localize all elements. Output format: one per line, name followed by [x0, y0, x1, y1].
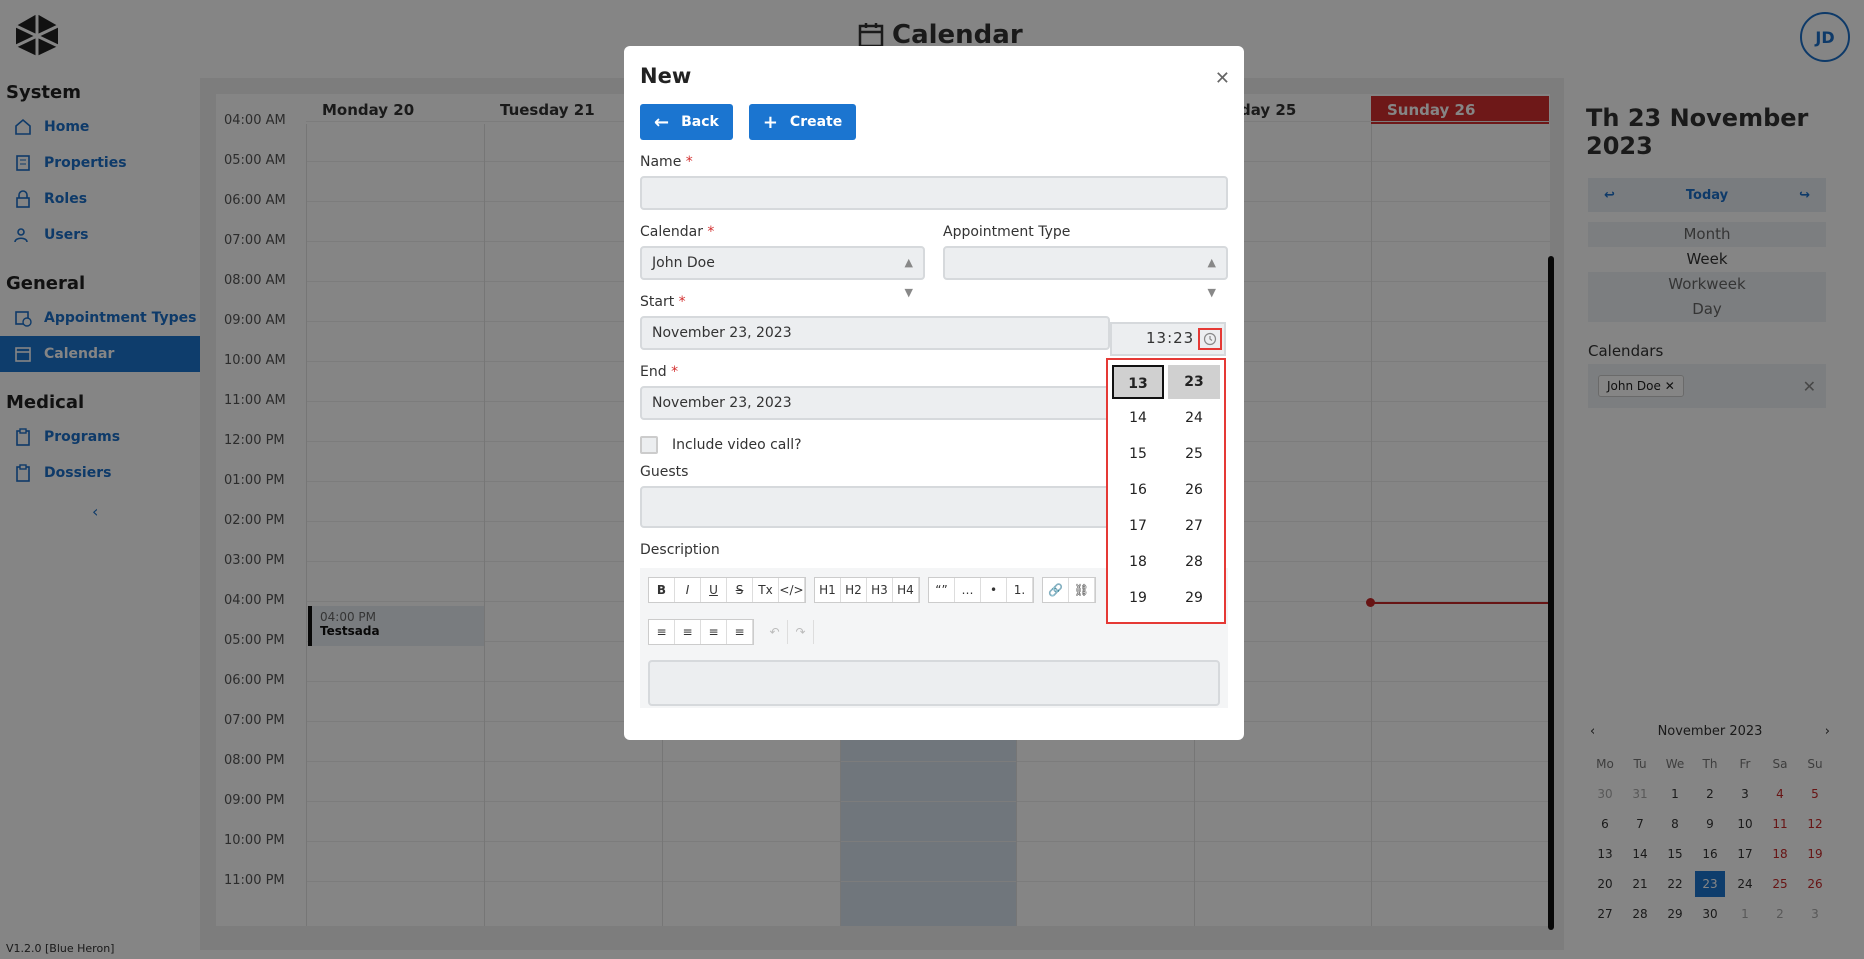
time-picker-row: 18 28: [1112, 544, 1220, 580]
align-justify-button[interactable]: ≡: [701, 620, 727, 644]
align-group: ≡ ≡ ≡ ≡: [648, 619, 754, 645]
h3-button[interactable]: H3: [867, 578, 893, 602]
back-button-label: Back: [681, 114, 719, 130]
guests-input[interactable]: [640, 486, 1110, 528]
close-icon[interactable]: ✕: [1215, 68, 1230, 89]
app-root: Calendar JD System Home Properties Roles…: [0, 0, 1864, 959]
hour-option[interactable]: 18: [1112, 545, 1164, 579]
start-date-input[interactable]: November 23, 2023: [640, 316, 1110, 350]
minute-option[interactable]: 29: [1168, 581, 1220, 615]
time-picker-row: 16 26: [1112, 472, 1220, 508]
h1-button[interactable]: H1: [815, 578, 841, 602]
video-call-label: Include video call?: [672, 437, 802, 453]
hour-option[interactable]: 13: [1112, 365, 1164, 399]
hour-option[interactable]: 19: [1112, 581, 1164, 615]
name-input[interactable]: [640, 176, 1228, 210]
create-button[interactable]: + Create: [748, 104, 857, 140]
hour-option[interactable]: 16: [1112, 473, 1164, 507]
minute-option[interactable]: 28: [1168, 545, 1220, 579]
clear-format-button[interactable]: Tx: [753, 578, 779, 602]
undo-button[interactable]: ↶: [762, 620, 788, 644]
align-left-button[interactable]: ≡: [649, 620, 675, 644]
appointment-type-label: Appointment Type: [943, 224, 1071, 240]
create-button-label: Create: [789, 114, 843, 130]
bullet-list-button[interactable]: •: [981, 578, 1007, 602]
appointment-type-select[interactable]: ▲ ▼: [943, 246, 1228, 299]
unlink-button[interactable]: ⛓: [1069, 578, 1095, 602]
minute-option[interactable]: 27: [1168, 509, 1220, 543]
minute-option[interactable]: 23: [1168, 365, 1220, 399]
time-picker-row: 14 24: [1112, 400, 1220, 436]
link-group: 🔗 ⛓: [1042, 577, 1096, 603]
time-picker-row: 19 29: [1112, 580, 1220, 616]
description-editor[interactable]: [648, 660, 1220, 706]
calendar-select[interactable]: John Doe ▲ ▼: [640, 246, 925, 299]
quote-button[interactable]: “”: [929, 578, 955, 602]
minute-option[interactable]: 25: [1168, 437, 1220, 471]
minute-option[interactable]: 26: [1168, 473, 1220, 507]
hour-option[interactable]: 14: [1112, 401, 1164, 435]
name-label-text: Name: [640, 154, 682, 170]
name-label: Name *: [640, 154, 1228, 170]
required-marker: *: [685, 154, 693, 170]
arrow-left-icon: ←: [654, 111, 670, 133]
time-picker-row: 15 25: [1112, 436, 1220, 472]
video-call-checkbox[interactable]: [640, 436, 658, 454]
dialog-title: New: [640, 64, 692, 88]
underline-button[interactable]: U: [701, 578, 727, 602]
calendar-label-text: Calendar: [640, 224, 703, 240]
required-marker: *: [671, 364, 679, 380]
select-arrows-icon: ▲ ▼: [904, 256, 913, 299]
end-label-text: End: [640, 364, 667, 380]
time-picker-row: 17 27: [1112, 508, 1220, 544]
ordered-list-button[interactable]: 1.: [1007, 578, 1033, 602]
clock-icon[interactable]: [1198, 328, 1222, 350]
time-picker-row: 13 23: [1112, 364, 1220, 400]
required-marker: *: [707, 224, 715, 240]
redo-button[interactable]: ↷: [788, 620, 814, 644]
hour-option[interactable]: 15: [1112, 437, 1164, 471]
bold-button[interactable]: B: [649, 578, 675, 602]
link-button[interactable]: 🔗: [1043, 578, 1069, 602]
align-center-button[interactable]: ≡: [675, 620, 701, 644]
calendar-label: Calendar *: [640, 224, 925, 240]
hr-button[interactable]: …: [955, 578, 981, 602]
format-group: B I U S Tx </>: [648, 577, 806, 603]
strike-button[interactable]: S: [727, 578, 753, 602]
select-arrows-icon: ▲ ▼: [1207, 256, 1216, 299]
block-group: “” … • 1.: [928, 577, 1034, 603]
back-button[interactable]: ← Back: [640, 104, 733, 140]
align-right-button[interactable]: ≡: [727, 620, 753, 644]
time-picker-dropdown: 13 23 14 24 15 25 16 26 17 27 18 28 19 29: [1106, 358, 1226, 624]
calendar-select-value: John Doe: [652, 255, 715, 271]
italic-button[interactable]: I: [675, 578, 701, 602]
required-marker: *: [678, 294, 686, 310]
history-group: ↶ ↷: [762, 620, 814, 644]
heading-group: H1 H2 H3 H4: [814, 577, 920, 603]
minute-option[interactable]: 24: [1168, 401, 1220, 435]
hour-option[interactable]: 17: [1112, 509, 1164, 543]
code-button[interactable]: </>: [779, 578, 805, 602]
end-date-input[interactable]: November 23, 2023: [640, 386, 1110, 420]
start-label-text: Start: [640, 294, 675, 310]
start-label: Start *: [640, 294, 1228, 310]
h2-button[interactable]: H2: [841, 578, 867, 602]
h4-button[interactable]: H4: [893, 578, 919, 602]
plus-icon: +: [762, 111, 778, 133]
